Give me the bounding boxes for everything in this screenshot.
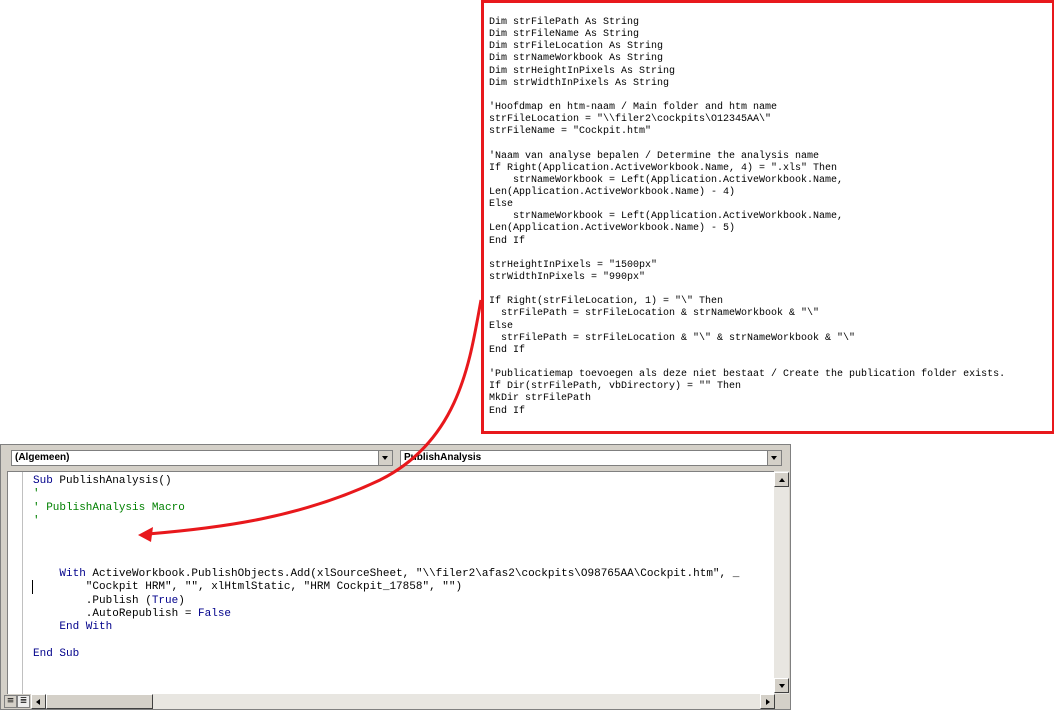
procedure-dropdown[interactable]: PublishAnalysis <box>400 450 782 466</box>
procedure-view-icon: ≡ <box>6 696 15 706</box>
callout-code-line: Dim strNameWorkbook As String <box>489 53 664 65</box>
arrow-down-icon <box>778 684 785 688</box>
callout-code-line: Dim strHeightInPixels As String <box>489 65 676 77</box>
callout-code-line: Else <box>489 320 514 332</box>
code-editor[interactable]: Sub PublishAnalysis() ' ' PublishAnalysi… <box>7 471 775 695</box>
callout-code-block: Dim strFilePath As String Dim strFileName… <box>489 17 1005 418</box>
callout-code-line <box>489 357 1005 369</box>
code-keyword: End Sub <box>33 647 80 660</box>
callout-code-line: strFilePath = strFileLocation & "\" & st… <box>489 332 856 344</box>
callout-code-line: 'Publicatiemap toevoegen als deze niet b… <box>489 369 1006 381</box>
callout-code-line: strNameWorkbook = Left(Application.Activ… <box>489 211 844 223</box>
callout-code-line: End If <box>489 344 526 356</box>
bottom-bar: ≡ ≣ <box>1 694 790 709</box>
code-keyword: With <box>33 568 86 581</box>
callout-code-line: If Right(strFileLocation, 1) = "\" Then <box>489 296 724 308</box>
callout-code-line: strFileName = "Cockpit.htm" <box>489 126 652 138</box>
vba-code-window: (Algemeen) PublishAnalysis Sub PublishAn… <box>0 444 791 710</box>
vertical-scrollbar[interactable] <box>774 471 789 694</box>
callout-code-line: strNameWorkbook = Left(Application.Activ… <box>489 174 844 186</box>
callout-code-line: Dim strFilePath As String <box>489 17 640 28</box>
callout-code-line: strFileLocation = "\\filer2\cockpits\O12… <box>489 114 772 126</box>
callout-code-line <box>489 284 1005 296</box>
callout-code-line: Dim strWidthInPixels As String <box>489 77 670 89</box>
horizontal-scrollbar[interactable] <box>31 694 775 709</box>
code-keyword: Sub <box>33 475 53 487</box>
code-comment: ' PublishAnalysis Macro <box>33 501 185 514</box>
object-dropdown-value: (Algemeen) <box>15 452 70 463</box>
object-dropdown-button[interactable] <box>378 451 392 465</box>
arrow-left-icon <box>36 698 40 705</box>
procedure-dropdown-value: PublishAnalysis <box>404 452 482 463</box>
scroll-right-button[interactable] <box>760 694 775 709</box>
chevron-down-icon <box>382 456 388 460</box>
text-cursor <box>32 580 33 594</box>
callout-code-line <box>489 138 1005 150</box>
callout-code-line: Dim strFileName As String <box>489 29 640 41</box>
code-text: ) <box>178 594 185 607</box>
callout-code-line: End If <box>489 235 526 247</box>
callout-code-line: strHeightInPixels = "1500px" <box>489 259 658 271</box>
callout-code-line: Dim strFileLocation As String <box>489 41 664 53</box>
scroll-down-button[interactable] <box>774 678 789 693</box>
callout-code-line <box>489 90 1005 102</box>
callout-code-line: strWidthInPixels = "990px" <box>489 271 646 283</box>
chevron-down-icon <box>771 456 777 460</box>
code-text: .Publish ( <box>33 594 152 607</box>
procedure-dropdown-button[interactable] <box>767 451 781 465</box>
procedure-view-button[interactable]: ≡ <box>4 695 17 708</box>
scroll-up-button[interactable] <box>774 472 789 487</box>
margin-indicator-bar <box>8 472 23 695</box>
object-dropdown[interactable]: (Algemeen) <box>11 450 393 466</box>
code-keyword: False <box>198 607 232 620</box>
callout-code-line: MkDir strFilePath <box>489 393 592 405</box>
code-text: .AutoRepublish = <box>33 607 199 620</box>
code-keyword: True <box>151 594 179 607</box>
full-module-view-icon: ≣ <box>19 696 28 706</box>
code-callout-box: Dim strFilePath As String Dim strFileName… <box>481 0 1054 434</box>
full-module-view-button[interactable]: ≣ <box>17 695 30 708</box>
callout-code-line: Len(Application.ActiveWorkbook.Name) - 4… <box>489 186 736 198</box>
horizontal-scroll-thumb[interactable] <box>46 694 153 709</box>
callout-code-line: End If <box>489 405 526 417</box>
vba-code-text[interactable]: Sub PublishAnalysis() ' ' PublishAnalysi… <box>33 475 739 661</box>
code-text: ActiveWorkbook.PublishObjects.Add(xlSour… <box>85 568 740 581</box>
code-keyword: End With <box>33 621 113 634</box>
code-text: PublishAnalysis() <box>52 475 172 487</box>
callout-code-line: 'Hoofdmap en htm-naam / Main folder and … <box>489 101 778 113</box>
code-comment: ' <box>33 514 40 527</box>
arrow-right-icon <box>766 698 770 705</box>
scroll-left-button[interactable] <box>31 694 46 709</box>
callout-code-line: 'Naam van analyse bepalen / Determine th… <box>489 150 820 162</box>
arrow-up-icon <box>778 478 785 482</box>
callout-code-line: Else <box>489 199 514 211</box>
callout-code-line: Len(Application.ActiveWorkbook.Name) - 5… <box>489 223 736 235</box>
code-text: "Cockpit HRM", "", xlHtmlStatic, "HRM Co… <box>33 581 463 594</box>
callout-code-line <box>489 248 1005 260</box>
callout-code-line: strFilePath = strFileLocation & strNameW… <box>489 308 820 320</box>
callout-code-line: If Dir(strFilePath, vbDirectory) = "" Th… <box>489 381 742 393</box>
code-comment: ' <box>33 488 40 501</box>
callout-code-line: If Right(Application.ActiveWorkbook.Name… <box>489 162 838 174</box>
